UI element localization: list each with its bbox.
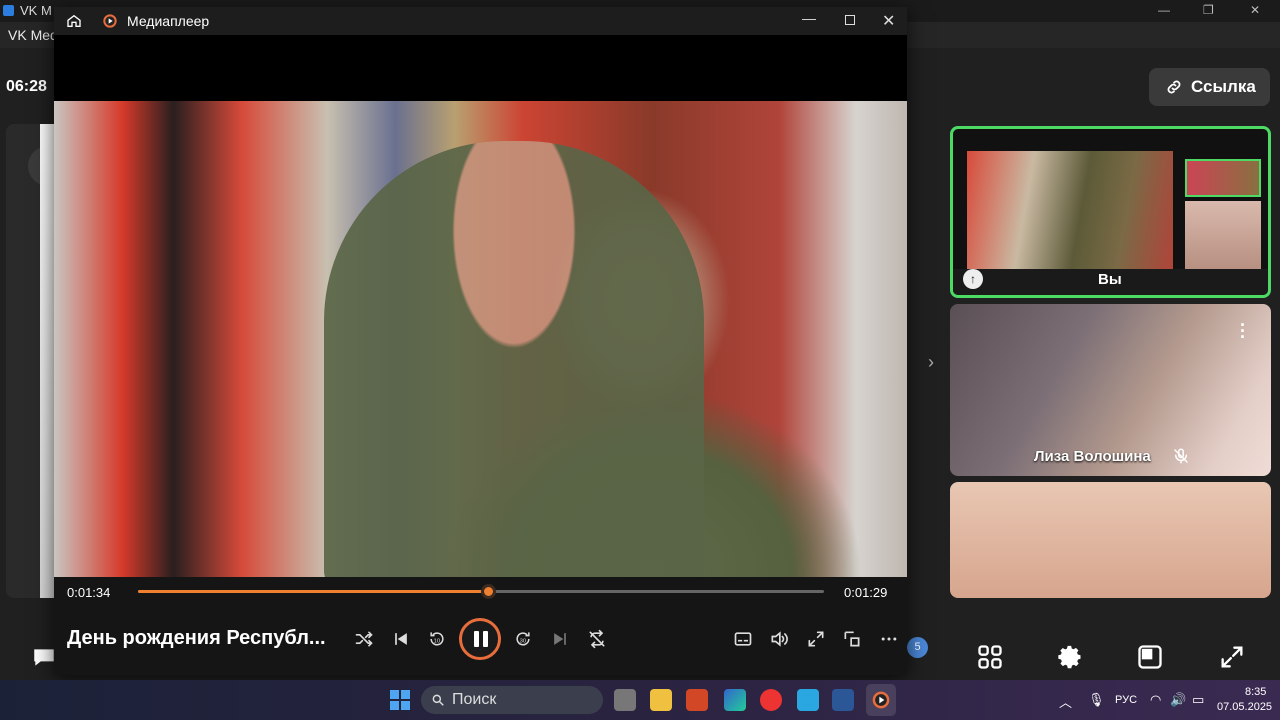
participants-count-badge: 5 xyxy=(907,637,928,658)
seek-bar-fill xyxy=(138,590,488,593)
home-icon[interactable] xyxy=(66,13,82,29)
svg-text:30: 30 xyxy=(520,638,527,644)
player-controls: 0:01:34 0:01:29 День рождения Республ...… xyxy=(54,577,907,675)
windows-start-icon[interactable] xyxy=(390,690,410,710)
taskbar-clock-date[interactable]: 07.05.2025 xyxy=(1217,701,1272,713)
participant-video-tile-2[interactable] xyxy=(950,482,1271,598)
file-explorer-icon[interactable] xyxy=(650,689,672,711)
speaker-icon[interactable]: 🔊 xyxy=(1170,692,1186,708)
powerpoint-icon[interactable] xyxy=(686,689,708,711)
media-player-taskbar-button[interactable] xyxy=(866,684,896,716)
language-indicator[interactable]: РУС xyxy=(1115,694,1137,706)
yandex-browser-icon[interactable] xyxy=(760,689,782,711)
edge-icon[interactable] xyxy=(724,689,746,711)
shared-screen-edge xyxy=(40,124,54,598)
self-preview-tile-2 xyxy=(1185,201,1261,271)
pause-icon xyxy=(474,631,479,647)
windows-taskbar: Поиск ︿ 🎙 РУС ◠ 🔊 ▭ 8:35 07.05.2025 xyxy=(0,680,1280,720)
rewind-10-icon[interactable]: 10 xyxy=(427,629,447,649)
close-icon[interactable]: ✕ xyxy=(882,11,895,31)
chevron-right-icon[interactable]: › xyxy=(928,352,934,373)
self-label: Вы xyxy=(1098,271,1122,288)
invite-link-label: Ссылка xyxy=(1191,77,1256,96)
taskbar-clock-time[interactable]: 8:35 xyxy=(1245,686,1266,698)
self-screen-preview xyxy=(967,151,1173,269)
layout-icon[interactable] xyxy=(1136,643,1164,671)
taskbar-search[interactable]: Поиск xyxy=(421,686,603,714)
word-icon[interactable] xyxy=(832,689,854,711)
call-timer: 06:28 xyxy=(6,78,47,95)
media-player-taskbar-icon xyxy=(872,691,890,709)
mini-player-icon[interactable] xyxy=(842,629,862,649)
player-titlebar: Медиаплеер — ✕ xyxy=(54,7,907,35)
wifi-icon[interactable]: ◠ xyxy=(1150,692,1161,708)
video-subject xyxy=(324,141,704,577)
vk-close-icon[interactable]: ✕ xyxy=(1250,3,1260,17)
remaining-time: 0:01:29 xyxy=(844,585,888,600)
pause-button[interactable] xyxy=(459,618,501,660)
search-icon xyxy=(432,694,444,706)
previous-icon[interactable] xyxy=(391,629,411,649)
maximize-icon[interactable] xyxy=(845,15,855,25)
vk-menu-title: VK Med xyxy=(8,27,58,43)
forward-30-icon[interactable]: 30 xyxy=(513,629,533,649)
media-player-logo-icon xyxy=(103,14,117,28)
repeat-icon[interactable] xyxy=(587,629,607,649)
seek-bar[interactable] xyxy=(138,584,824,599)
task-view-icon[interactable] xyxy=(614,689,636,711)
vk-messenger-icon[interactable] xyxy=(797,689,819,711)
vk-minimize-icon[interactable]: — xyxy=(1158,3,1170,17)
next-icon[interactable] xyxy=(550,629,570,649)
vk-restore-icon[interactable]: ❐ xyxy=(1203,3,1214,17)
seek-thumb[interactable] xyxy=(480,584,496,599)
vk-window-title: VK M xyxy=(20,3,52,18)
volume-icon[interactable] xyxy=(769,629,789,649)
participant-name: Лиза Волошина xyxy=(1034,448,1151,465)
participant-video-tile[interactable]: · · · Лиза Волошина xyxy=(950,304,1271,476)
expand-icon[interactable] xyxy=(1218,643,1246,671)
track-title: День рождения Республ... xyxy=(67,627,326,649)
mic-off-icon xyxy=(1174,448,1188,464)
tile-more-icon[interactable]: · · · xyxy=(1240,316,1246,346)
grid-icon[interactable] xyxy=(976,643,1004,671)
subtitles-icon[interactable] xyxy=(733,629,753,649)
elapsed-time: 0:01:34 xyxy=(67,585,111,600)
self-video-tile[interactable]: ↑ Вы xyxy=(950,126,1271,298)
link-icon xyxy=(1167,80,1181,94)
screen-share-icon[interactable]: ↑ xyxy=(963,269,983,289)
invite-link-button[interactable]: Ссылка xyxy=(1149,68,1270,106)
shuffle-icon[interactable] xyxy=(354,629,374,649)
vk-app-icon xyxy=(3,5,14,16)
tray-chevron-icon[interactable]: ︿ xyxy=(1059,692,1072,711)
video-frame[interactable] xyxy=(54,101,907,577)
tray-mic-icon[interactable]: 🎙 xyxy=(1088,692,1105,708)
battery-icon[interactable]: ▭ xyxy=(1192,692,1204,708)
settings-icon[interactable] xyxy=(1056,643,1084,671)
media-player-window: Медиаплеер — ✕ 0:01:34 0:01:29 День рожд… xyxy=(54,7,907,675)
fullscreen-icon[interactable] xyxy=(806,629,826,649)
minimize-icon[interactable]: — xyxy=(802,10,816,26)
more-icon[interactable] xyxy=(879,629,899,649)
svg-text:10: 10 xyxy=(434,638,441,644)
player-window-title: Медиаплеер xyxy=(127,13,210,29)
self-preview-tile-1 xyxy=(1185,159,1261,197)
search-placeholder: Поиск xyxy=(452,691,497,708)
